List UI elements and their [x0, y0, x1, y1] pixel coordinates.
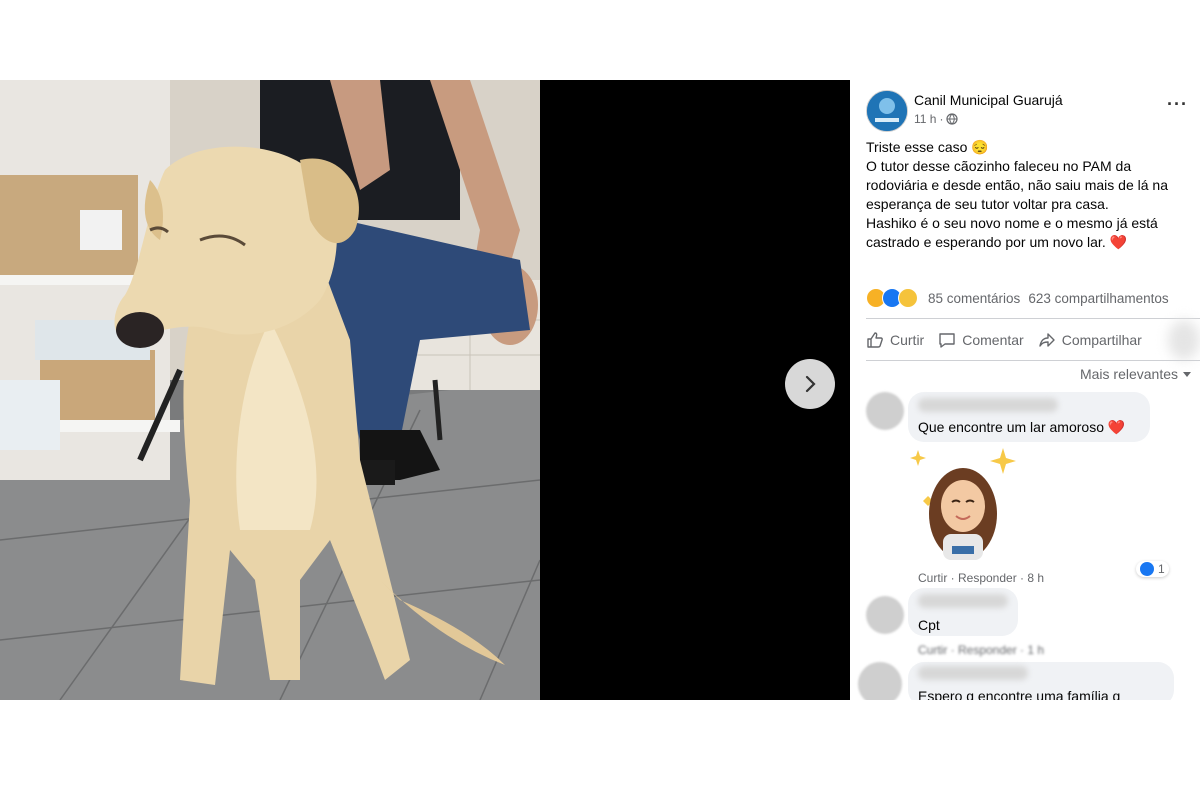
- comment-text: Espero q encontre uma família q: [918, 688, 1121, 700]
- commenter-name-blurred[interactable]: [918, 666, 1028, 680]
- comment-text: Cpt: [918, 617, 940, 633]
- commenter-avatar[interactable]: [866, 596, 904, 634]
- page-logo: [867, 91, 907, 131]
- post-text-line: Triste esse caso 😔: [866, 139, 989, 155]
- chevron-down-icon: [1183, 372, 1191, 377]
- like-reaction-icon: [1140, 562, 1154, 576]
- reaction-icons[interactable]: [866, 288, 918, 308]
- post-text-line: Hashiko é o seu novo nome e o mesmo já e…: [866, 215, 1158, 250]
- share-button[interactable]: Compartilhar: [1038, 331, 1142, 349]
- like-count-value: 1: [1158, 562, 1165, 576]
- comment-label: Comentar: [962, 332, 1024, 348]
- chevron-right-icon: [805, 375, 816, 393]
- comment-text: Que encontre um lar amoroso ❤️: [918, 419, 1126, 435]
- commenter-name-blurred[interactable]: [918, 398, 1058, 412]
- comment-icon: [939, 333, 955, 348]
- post-sidebar: Canil Municipal Guarujá 11 h · ··· Trist…: [850, 80, 1200, 700]
- page-name[interactable]: Canil Municipal Guarujá: [914, 92, 1063, 108]
- comment-button[interactable]: Comentar: [938, 331, 1024, 349]
- comment-like-count[interactable]: 1: [1136, 561, 1169, 577]
- commenter-name-blurred[interactable]: [918, 594, 1008, 608]
- post-text-line: O tutor desse cãozinho faleceu no PAM da…: [866, 158, 1168, 212]
- sort-label: Mais relevantes: [1079, 366, 1178, 382]
- meta-separator: ·: [939, 112, 944, 126]
- post-time[interactable]: 11 h: [914, 112, 936, 126]
- post-text: Triste esse caso 😔 O tutor desse cãozinh…: [866, 138, 1196, 252]
- commenter-avatar[interactable]: [866, 392, 904, 430]
- share-label: Compartilhar: [1061, 332, 1142, 348]
- comments-count[interactable]: 85 comentários: [928, 291, 1020, 306]
- dog-photo: [0, 80, 540, 700]
- post-meta: 11 h ·: [914, 112, 959, 126]
- more-icon[interactable]: ···: [1167, 94, 1188, 115]
- globe-icon: [946, 113, 959, 125]
- divider: [866, 318, 1200, 319]
- page-avatar[interactable]: [866, 90, 908, 132]
- care-reaction-icon: [898, 288, 918, 308]
- comment-meta[interactable]: Curtir · Responder · 8 h: [918, 571, 1044, 585]
- like-button[interactable]: Curtir: [866, 331, 924, 349]
- post-actions: Curtir Comentar Compartilhar: [866, 329, 1200, 351]
- next-photo-button[interactable]: [785, 359, 835, 409]
- comment-sort[interactable]: Mais relevantes: [1080, 366, 1192, 382]
- blurred-overlay: [1168, 320, 1200, 360]
- photo-pane: [0, 80, 850, 700]
- photo-viewer: Canil Municipal Guarujá 11 h · ··· Trist…: [0, 80, 1200, 700]
- like-label: Curtir: [890, 332, 925, 348]
- commenter-avatar[interactable]: [858, 662, 902, 700]
- share-icon: [1039, 333, 1055, 347]
- like-icon: [867, 332, 883, 348]
- shares-count[interactable]: 623 compartilhamentos: [1028, 291, 1168, 306]
- comment-meta[interactable]: Curtir · Responder · 1 h: [918, 643, 1044, 657]
- reactions-summary: 85 comentários 623 compartilhamentos: [866, 288, 1200, 308]
- divider: [866, 360, 1200, 361]
- avatar-sticker: [910, 448, 1016, 560]
